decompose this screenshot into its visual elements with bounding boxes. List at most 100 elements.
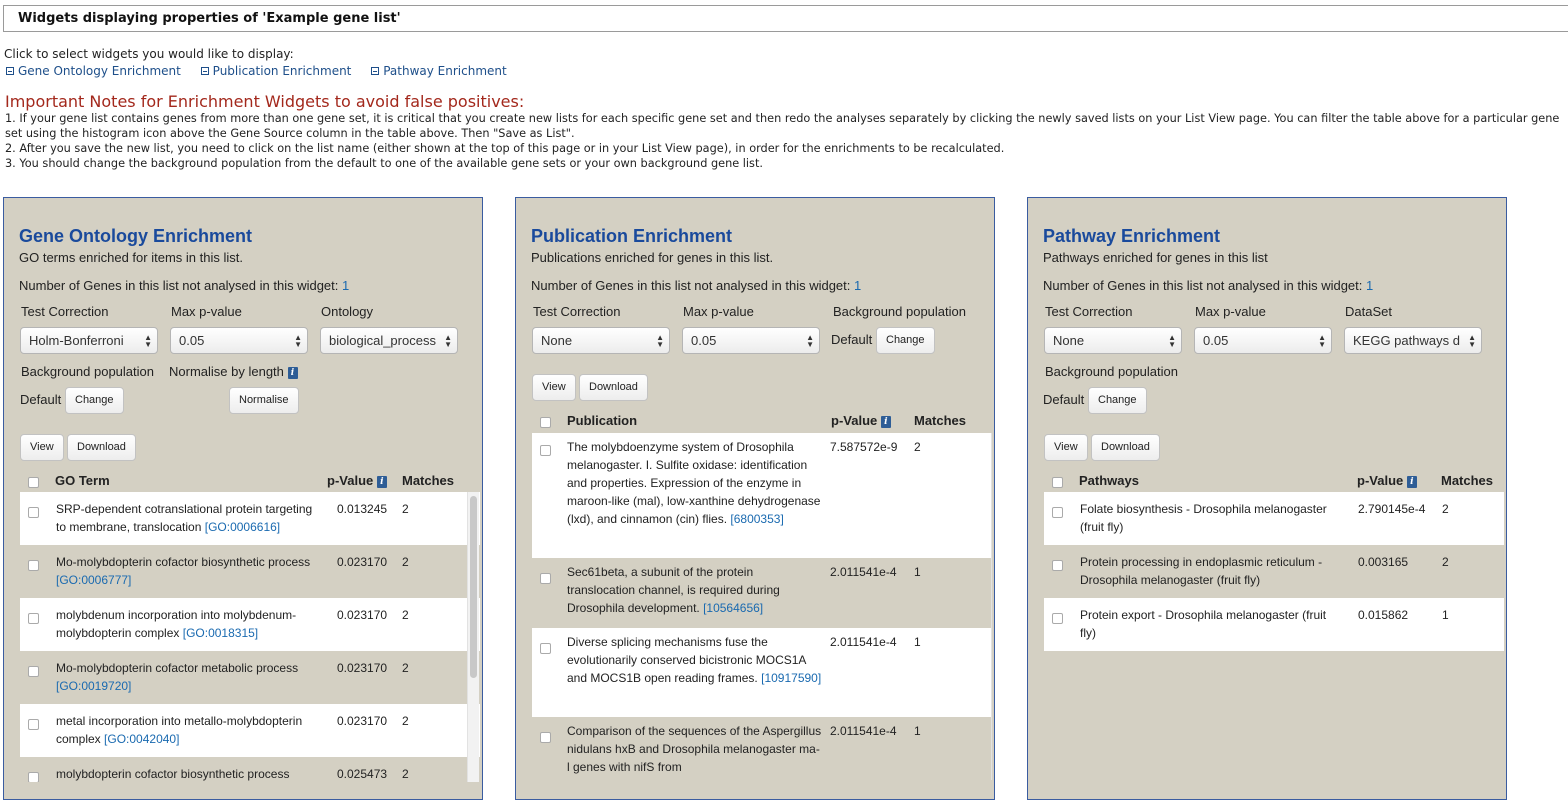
row-checkbox[interactable] bbox=[540, 732, 551, 743]
matches-link[interactable]: 1 bbox=[1442, 606, 1449, 624]
table-row: The molybdoenzyme system of Drosophila m… bbox=[532, 433, 992, 558]
vertical-scrollbar[interactable] bbox=[991, 433, 992, 780]
normalise-button[interactable]: Normalise bbox=[229, 387, 299, 414]
p-value-header[interactable]: p-Value i bbox=[327, 473, 387, 488]
info-icon[interactable]: i bbox=[1406, 475, 1417, 488]
matches-link[interactable]: 2 bbox=[1442, 553, 1449, 571]
normalise-label-text: Normalise by length bbox=[169, 364, 284, 379]
max-p-select[interactable]: 0.05 ▲ ▼ bbox=[170, 327, 308, 354]
info-icon[interactable]: i bbox=[376, 475, 387, 488]
max-p-label: Max p-value bbox=[683, 304, 754, 319]
row-checkbox[interactable] bbox=[28, 507, 39, 518]
background-default-label: Default bbox=[831, 332, 873, 347]
test-correction-select[interactable]: None ▲ ▼ bbox=[532, 327, 670, 354]
collapse-icon bbox=[6, 67, 14, 75]
row-checkbox[interactable] bbox=[540, 445, 551, 456]
matches-link[interactable]: 2 bbox=[402, 500, 409, 518]
go-id-link[interactable]: [GO:0018315] bbox=[183, 626, 258, 640]
go-id-link[interactable]: [GO:0006777] bbox=[56, 573, 131, 587]
pubmed-id-link[interactable]: [10564656] bbox=[703, 601, 763, 615]
change-background-button[interactable]: Change bbox=[65, 387, 124, 414]
dataset-label: DataSet bbox=[1345, 304, 1392, 319]
p-value-cell: 0.023170 bbox=[337, 661, 388, 675]
table-row: Diverse splicing mechanisms fuse the evo… bbox=[532, 628, 992, 717]
matches-link[interactable]: 1 bbox=[914, 563, 921, 581]
row-checkbox[interactable] bbox=[28, 666, 39, 677]
row-checkbox[interactable] bbox=[540, 643, 551, 654]
background-default-label: Default bbox=[1043, 392, 1085, 407]
select-arrows-icon: ▲ ▼ bbox=[144, 333, 152, 349]
ontology-select[interactable]: biological_process ▲ ▼ bbox=[320, 327, 458, 354]
download-button[interactable]: Download bbox=[67, 434, 136, 461]
table-row: Folate biosynthesis - Drosophila melanog… bbox=[1044, 492, 1504, 545]
max-p-select[interactable]: 0.05 ▲ ▼ bbox=[682, 327, 820, 354]
go-term-text: molybdopterin cofactor biosynthetic proc… bbox=[56, 767, 290, 781]
not-analysed-text: Number of Genes in this list not analyse… bbox=[1043, 278, 1373, 293]
row-checkbox[interactable] bbox=[1052, 560, 1063, 571]
matches-link[interactable]: 1 bbox=[914, 722, 921, 740]
matches-link[interactable]: 2 bbox=[402, 659, 409, 677]
table-row: Comparison of the sequences of the Asper… bbox=[532, 717, 992, 780]
matches-link[interactable]: 1 bbox=[914, 633, 921, 651]
go-id-link[interactable]: [GO:0006616] bbox=[205, 520, 280, 534]
select-arrows-icon: ▲ ▼ bbox=[1318, 333, 1326, 349]
view-button[interactable]: View bbox=[20, 434, 64, 461]
toggle-pathway-enrichment[interactable]: Pathway Enrichment bbox=[371, 64, 507, 78]
toggle-publication-enrichment[interactable]: Publication Enrichment bbox=[200, 64, 351, 78]
pathway-cell: Protein processing in endoplasmic reticu… bbox=[1080, 555, 1323, 587]
matches-link[interactable]: 2 bbox=[402, 712, 409, 730]
background-default-label: Default bbox=[20, 392, 62, 407]
not-analysed-label: Number of Genes in this list not analyse… bbox=[531, 278, 851, 293]
select-all-checkbox[interactable] bbox=[28, 477, 39, 488]
not-analysed-count-link[interactable]: 1 bbox=[854, 278, 861, 293]
pathways-header: Pathways bbox=[1079, 473, 1139, 488]
info-icon[interactable]: i bbox=[287, 366, 298, 379]
row-checkbox[interactable] bbox=[28, 613, 39, 624]
dataset-select[interactable]: KEGG pathways d ▲ ▼ bbox=[1344, 327, 1482, 354]
matches-link[interactable]: 2 bbox=[402, 553, 409, 571]
not-analysed-count-link[interactable]: 1 bbox=[342, 278, 349, 293]
select-arrows-icon: ▲ ▼ bbox=[1468, 333, 1476, 349]
not-analysed-label: Number of Genes in this list not analyse… bbox=[19, 278, 339, 293]
matches-link[interactable]: 2 bbox=[914, 438, 921, 456]
change-background-button[interactable]: Change bbox=[876, 327, 935, 354]
pubmed-id-link[interactable]: [6800353] bbox=[730, 512, 783, 526]
change-background-button[interactable]: Change bbox=[1088, 387, 1147, 414]
matches-link[interactable]: 2 bbox=[1442, 500, 1449, 518]
matches-link[interactable]: 2 bbox=[402, 606, 409, 624]
widget-toggles: Gene Ontology Enrichment Publication Enr… bbox=[6, 64, 523, 78]
go-id-link[interactable]: [GO:0019720] bbox=[56, 679, 131, 693]
row-checkbox[interactable] bbox=[1052, 507, 1063, 518]
test-correction-select[interactable]: None ▲ ▼ bbox=[1044, 327, 1182, 354]
download-button[interactable]: Download bbox=[579, 374, 648, 401]
select-all-checkbox[interactable] bbox=[540, 417, 551, 428]
collapse-icon bbox=[200, 67, 209, 75]
row-checkbox[interactable] bbox=[28, 719, 39, 730]
view-button[interactable]: View bbox=[1044, 434, 1088, 461]
p-value-cell: 2.790145e-4 bbox=[1358, 502, 1426, 516]
p-value-header[interactable]: p-Value i bbox=[1357, 473, 1417, 488]
go-id-link[interactable]: [GO:0042040] bbox=[104, 732, 179, 746]
max-p-select[interactable]: 0.05 ▲ ▼ bbox=[1194, 327, 1332, 354]
row-checkbox[interactable] bbox=[28, 560, 39, 571]
scrollbar-thumb[interactable] bbox=[470, 496, 477, 678]
not-analysed-count-link[interactable]: 1 bbox=[1366, 278, 1373, 293]
row-checkbox[interactable] bbox=[28, 772, 39, 782]
view-button[interactable]: View bbox=[532, 374, 576, 401]
info-icon[interactable]: i bbox=[880, 415, 891, 428]
matches-link[interactable]: 2 bbox=[402, 765, 409, 782]
p-value-header[interactable]: p-Value i bbox=[831, 413, 891, 428]
test-correction-select[interactable]: Holm-Bonferroni ▲ ▼ bbox=[20, 327, 158, 354]
download-button[interactable]: Download bbox=[1091, 434, 1160, 461]
test-correction-value: None bbox=[541, 333, 573, 348]
toggle-go-enrichment[interactable]: Gene Ontology Enrichment bbox=[6, 64, 181, 78]
matches-header: Matches bbox=[914, 413, 967, 428]
vertical-scrollbar[interactable] bbox=[467, 492, 479, 782]
select-all-checkbox[interactable] bbox=[1052, 477, 1063, 488]
row-checkbox[interactable] bbox=[540, 573, 551, 584]
test-correction-value: None bbox=[1053, 333, 1085, 348]
row-checkbox[interactable] bbox=[1052, 613, 1063, 624]
note-item: 1. If your gene list contains genes from… bbox=[5, 112, 1560, 140]
pubmed-id-link[interactable]: [10917590] bbox=[761, 671, 821, 685]
p-value-cell: 2.011541e-4 bbox=[830, 724, 897, 738]
